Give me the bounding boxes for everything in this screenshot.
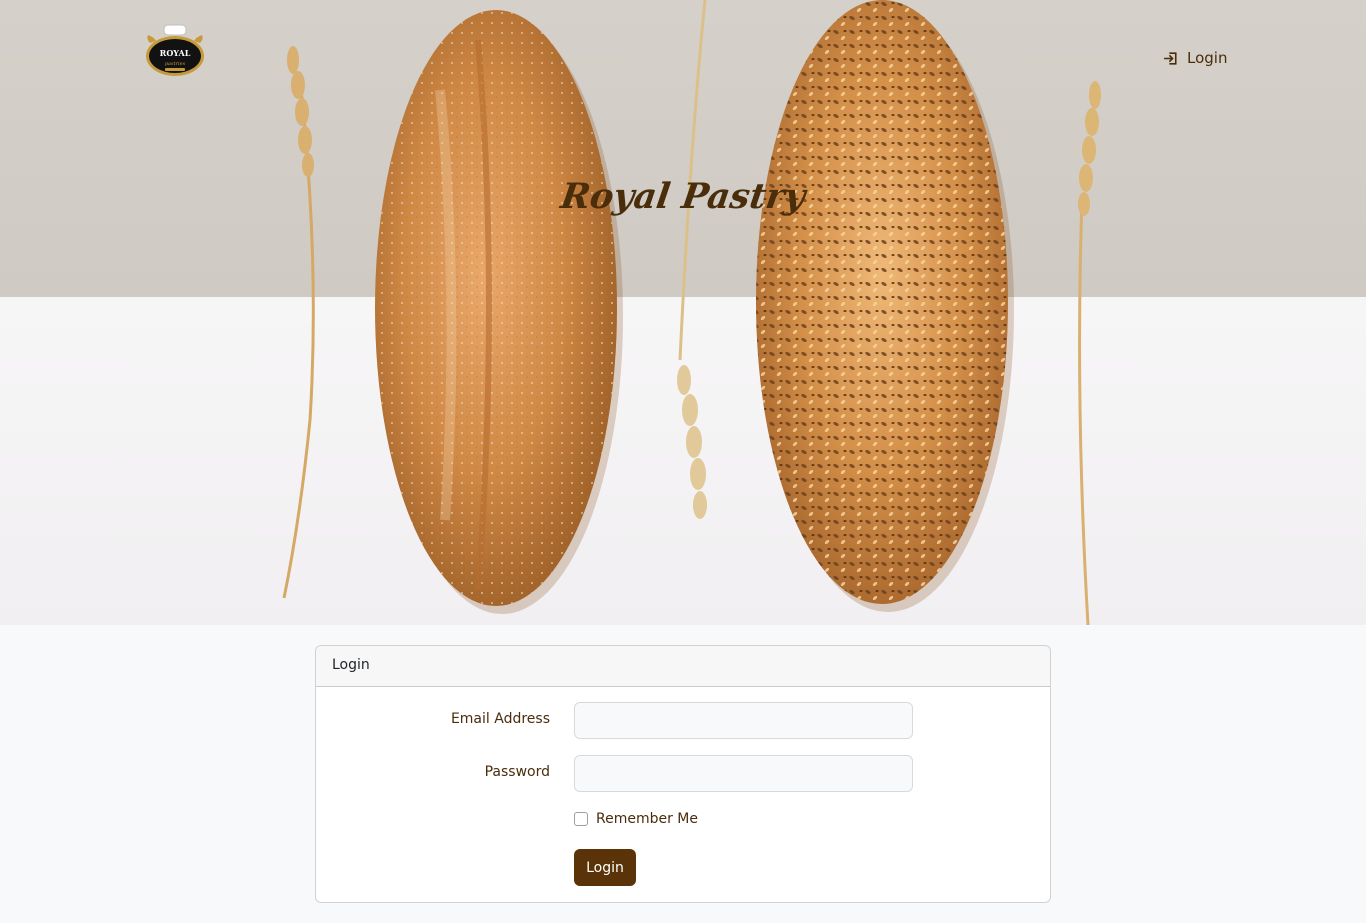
nav-login-link[interactable]: Login <box>1163 47 1227 69</box>
svg-text:pastries: pastries <box>165 61 186 67</box>
password-row: Password <box>316 755 1050 793</box>
login-card-header: Login <box>316 646 1050 687</box>
remember-me-checkbox[interactable] <box>574 812 588 826</box>
remember-me-row: Remember Me <box>574 811 698 827</box>
brand-logo[interactable]: ROYAL pastries <box>144 23 206 79</box>
email-field[interactable] <box>574 702 913 739</box>
login-card: Login Email Address Password Remember Me… <box>315 645 1051 903</box>
nav-login-label: Login <box>1187 49 1228 67</box>
hero-title: Royal Pastry <box>558 176 808 217</box>
email-row: Email Address <box>316 702 1050 740</box>
login-icon <box>1164 51 1177 65</box>
password-field[interactable] <box>574 755 913 792</box>
password-label: Password <box>484 764 550 780</box>
top-navbar: ROYAL pastries Login <box>0 0 1366 110</box>
svg-text:ROYAL: ROYAL <box>160 48 191 58</box>
login-submit-button[interactable]: Login <box>574 849 636 886</box>
crown-emblem-icon: ROYAL pastries <box>146 24 204 76</box>
email-label: Email Address <box>450 711 550 727</box>
hero-banner: ROYAL pastries Login Royal Pastry <box>0 0 1366 625</box>
remember-me-label[interactable]: Remember Me <box>596 811 698 827</box>
